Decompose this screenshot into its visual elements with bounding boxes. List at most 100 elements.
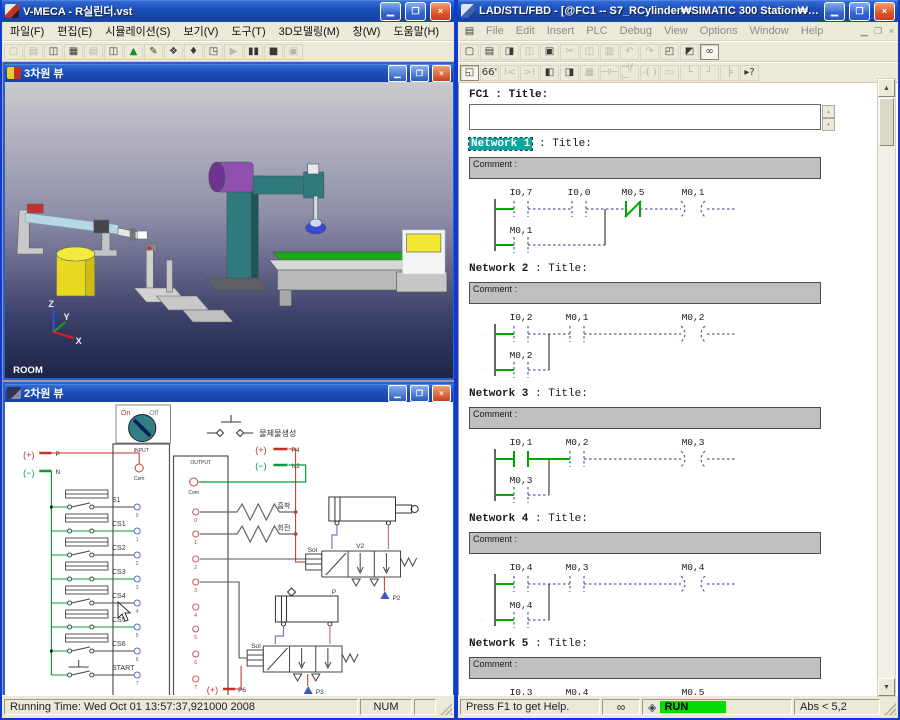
import-icon[interactable]: ▤ bbox=[84, 43, 103, 60]
download-icon[interactable]: ◩ bbox=[680, 43, 699, 60]
scene-3d[interactable]: Z Y X ROOM bbox=[5, 82, 453, 378]
circuit-2d[interactable]: On Off 물체물생성 (+) P (−) N INPUT Com S10CS… bbox=[5, 402, 453, 695]
t-branch-icon[interactable]: ╞ bbox=[720, 64, 739, 81]
scroll-down-arrow[interactable]: ▼ bbox=[878, 678, 895, 696]
network-label[interactable]: Network 2 bbox=[469, 263, 528, 275]
ladder-network-5[interactable]: I0,3M0,4M0,5M0,5 bbox=[469, 683, 869, 695]
monitor-glasses-icon[interactable]: ∞ bbox=[700, 43, 719, 60]
new-network-icon[interactable]: ▦ bbox=[580, 64, 599, 81]
cut-icon[interactable]: ✂ bbox=[560, 43, 579, 60]
maximize-button[interactable]: ❐ bbox=[405, 1, 426, 21]
open-station-icon[interactable]: ◨ bbox=[500, 43, 519, 60]
ladder-network-3[interactable]: I0,1 M0,2 M0,3 M0,3 bbox=[469, 433, 869, 505]
vmeca-menu-2[interactable]: 시뮬레이션(S) bbox=[99, 22, 176, 40]
save-all-icon[interactable]: ▦ bbox=[64, 43, 83, 60]
fc-title-input[interactable]: ▴ ▾ bbox=[469, 104, 835, 131]
vmeca-menu-1[interactable]: 편집(E) bbox=[51, 22, 98, 40]
branch-open-icon[interactable]: └ bbox=[680, 64, 699, 81]
lamp-icon[interactable]: ♦ bbox=[184, 43, 203, 60]
vmeca-menu-5[interactable]: 3D모델링(M) bbox=[273, 22, 346, 40]
undo-icon[interactable]: ↶ bbox=[620, 43, 639, 60]
print-icon[interactable]: ▣ bbox=[540, 43, 559, 60]
ladder-network-4[interactable]: I0,4 M0,3 M0,4 M0,4 bbox=[469, 558, 869, 630]
new-icon[interactable]: ▢ bbox=[460, 43, 479, 60]
save-icon[interactable]: ◫ bbox=[520, 43, 539, 60]
save-icon[interactable]: ◫ bbox=[44, 43, 63, 60]
network-label[interactable]: Network 3 bbox=[469, 388, 528, 400]
view3d-close-button[interactable]: × bbox=[432, 64, 451, 82]
symbol-view-icon[interactable]: ◱ bbox=[460, 64, 479, 81]
menu-6[interactable]: Options bbox=[694, 24, 744, 38]
close-button[interactable]: × bbox=[874, 1, 895, 21]
network-title-suffix[interactable]: : Title: bbox=[539, 138, 592, 150]
help-icon[interactable]: ▣ bbox=[284, 43, 303, 60]
view3d-titlebar[interactable]: 3차원 뷰 ▁ ❐ × bbox=[5, 64, 453, 82]
play-icon[interactable]: ▶ bbox=[224, 43, 243, 60]
compare-prev-icon[interactable]: !< bbox=[500, 64, 519, 81]
menu-3[interactable]: PLC bbox=[580, 24, 613, 38]
contact-no-icon[interactable]: ⊣⊢ bbox=[600, 64, 619, 81]
redo-icon[interactable]: ↷ bbox=[640, 43, 659, 60]
comment-box[interactable]: Comment : bbox=[469, 157, 821, 179]
scroll-up-arrow[interactable]: ▲ bbox=[878, 79, 895, 97]
glasses-60-icon[interactable]: 66' bbox=[480, 64, 499, 81]
vmeca-menu-0[interactable]: 파일(F) bbox=[4, 22, 50, 40]
maximize-button[interactable]: ❐ bbox=[849, 1, 870, 21]
paint-icon[interactable]: ✎ bbox=[144, 43, 163, 60]
view2d-minimize-button[interactable]: ▁ bbox=[388, 384, 407, 402]
copy-icon[interactable]: ◫ bbox=[580, 43, 599, 60]
branch-close-icon[interactable]: ┘ bbox=[700, 64, 719, 81]
resize-grip[interactable] bbox=[438, 699, 452, 715]
child-window-controls[interactable]: ▁ ❐ × bbox=[861, 26, 896, 37]
window-split-icon[interactable]: ◧ bbox=[540, 64, 559, 81]
network-title-suffix[interactable]: : Title: bbox=[535, 263, 588, 275]
vmeca-menu-7[interactable]: 도움말(H) bbox=[387, 22, 445, 40]
view2d-maximize-button[interactable]: ❐ bbox=[410, 384, 429, 402]
comment-box[interactable]: Comment : bbox=[469, 657, 821, 679]
publish-icon[interactable]: ▲ bbox=[124, 43, 143, 60]
vmeca-menu-4[interactable]: 도구(T) bbox=[225, 22, 271, 40]
help-pointer-icon[interactable]: ▸? bbox=[740, 64, 759, 81]
contact-nc-icon[interactable]: ⊣/⊢ bbox=[620, 62, 639, 84]
view3d-minimize-button[interactable]: ▁ bbox=[388, 64, 407, 82]
vmeca-titlebar[interactable]: V-MECA - R실린더.vst ▁ ❐ × bbox=[2, 0, 454, 22]
resize-grip[interactable] bbox=[882, 699, 896, 715]
open-icon[interactable]: ▤ bbox=[480, 43, 499, 60]
menu-2[interactable]: Insert bbox=[541, 24, 581, 38]
stop-icon[interactable]: ■ bbox=[264, 43, 283, 60]
network-title-suffix[interactable]: : Title: bbox=[535, 513, 588, 525]
view2d-canvas[interactable]: On Off 물체물생성 (+) P (−) N INPUT Com S1 0 … bbox=[5, 402, 453, 695]
new-file-icon[interactable]: ▢ bbox=[4, 43, 23, 60]
ladder-network-2[interactable]: I0,2 M0,1 M0,2 M0,2 bbox=[469, 308, 869, 380]
view2d-titlebar[interactable]: 2차원 뷰 ▁ ❐ × bbox=[5, 384, 453, 402]
ladder-network-1[interactable]: I0,7 I0,0 M0,5 M0,1 M0,1 bbox=[469, 183, 869, 255]
comment-box[interactable]: Comment : bbox=[469, 532, 821, 554]
menu-0[interactable]: File bbox=[480, 24, 510, 38]
paste-icon[interactable]: ▥ bbox=[600, 43, 619, 60]
open-file-icon[interactable]: ▤ bbox=[24, 43, 43, 60]
menu-7[interactable]: Window bbox=[744, 24, 795, 38]
rotary-power-switch[interactable]: On Off bbox=[115, 404, 171, 444]
coil-icon[interactable]: -( ) bbox=[640, 64, 659, 81]
vertical-scrollbar[interactable]: ▲ ▼ bbox=[877, 78, 896, 697]
minimize-button[interactable]: ▁ bbox=[380, 1, 401, 21]
empty-box-icon[interactable]: ▭ bbox=[660, 64, 679, 81]
minimize-button[interactable]: ▁ bbox=[824, 1, 845, 21]
menu-8[interactable]: Help bbox=[795, 24, 830, 38]
menu-1[interactable]: Edit bbox=[510, 24, 541, 38]
network-title-suffix[interactable]: : Title: bbox=[535, 638, 588, 650]
ladder-editor[interactable]: FC1 : Title: ▴ ▾ Network 1 : Title: Comme… bbox=[458, 83, 898, 695]
view-detail-icon[interactable]: ◨ bbox=[560, 64, 579, 81]
view2d-close-button[interactable]: × bbox=[432, 384, 451, 402]
scroll-thumb[interactable] bbox=[879, 98, 894, 146]
network-label[interactable]: Network 4 bbox=[469, 513, 528, 525]
comment-box[interactable]: Comment : bbox=[469, 282, 821, 304]
render-icon[interactable]: ❖ bbox=[164, 43, 183, 60]
comment-box[interactable]: Comment : bbox=[469, 407, 821, 429]
spinner-control[interactable]: ▴ ▾ bbox=[822, 105, 835, 131]
ladstlfbd-titlebar[interactable]: LAD/STL/FBD - [@FC1 -- S7_RCylinder₩SIMA… bbox=[458, 0, 898, 22]
compare-next-icon[interactable]: >! bbox=[520, 64, 539, 81]
model-window-icon[interactable]: ◳ bbox=[204, 43, 223, 60]
view3d-maximize-button[interactable]: ❐ bbox=[410, 64, 429, 82]
document-system-icon[interactable]: ▤ bbox=[460, 23, 479, 39]
